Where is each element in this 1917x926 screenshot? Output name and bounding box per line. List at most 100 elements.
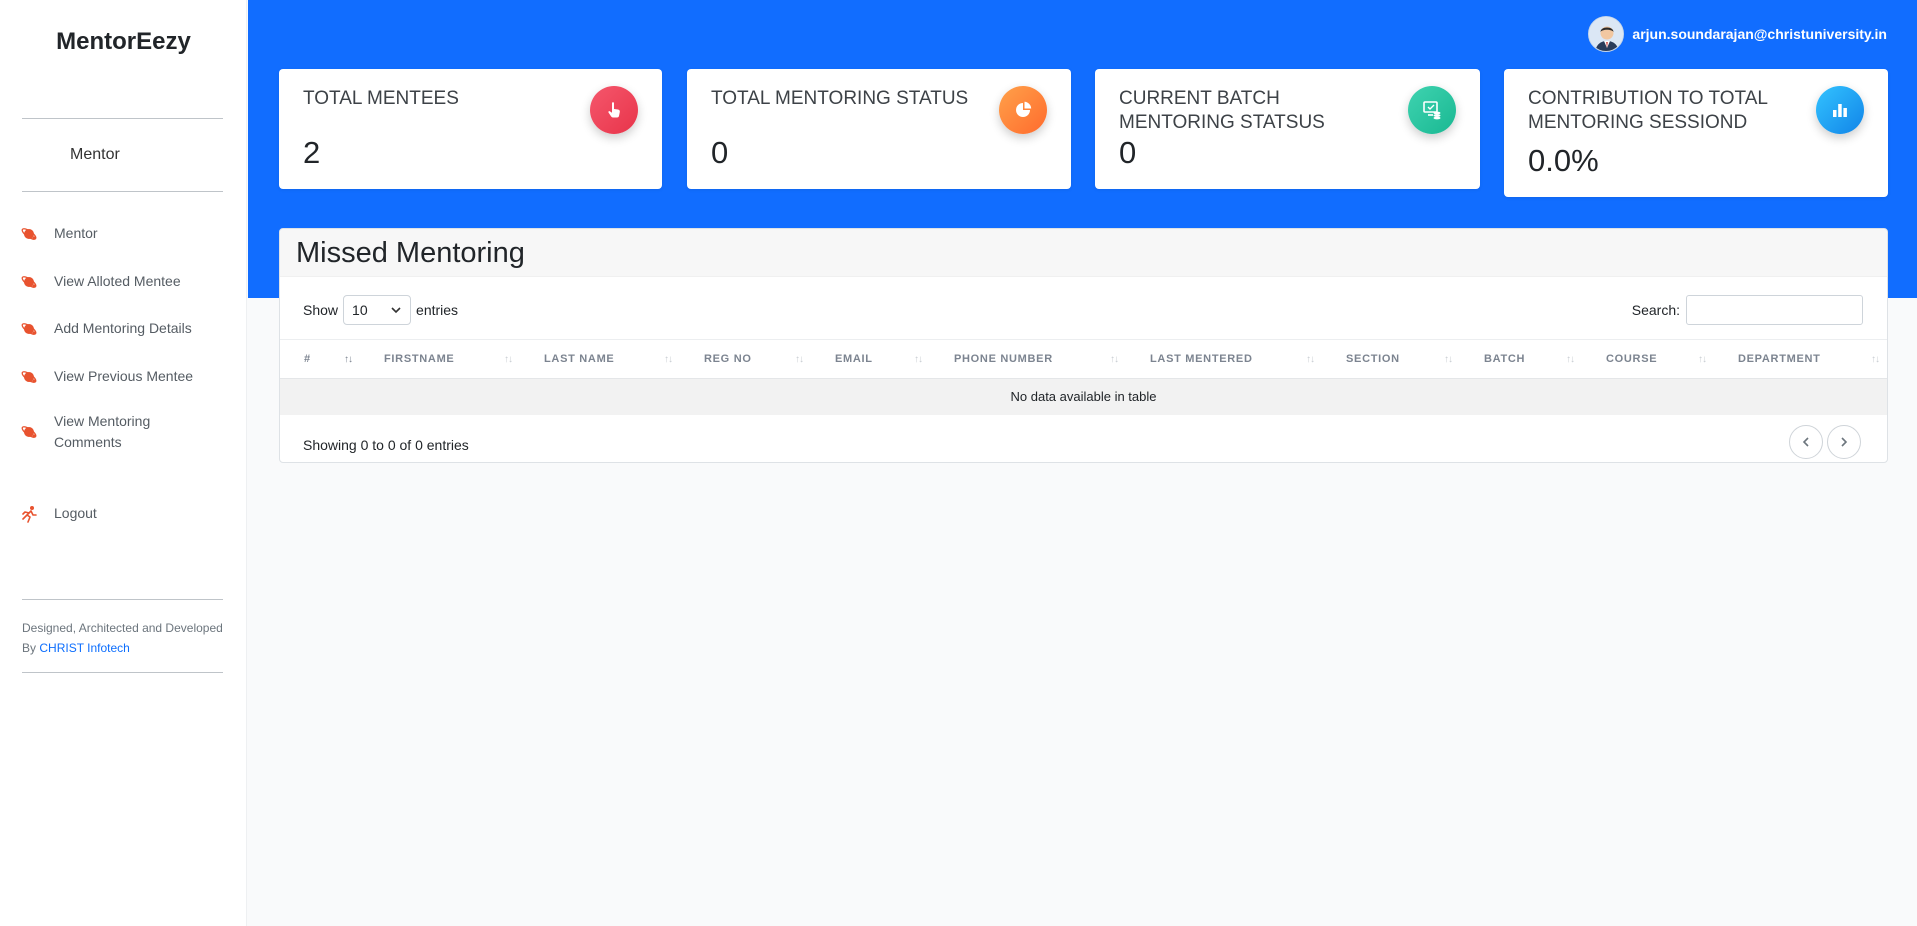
brand-logo[interactable]: MentorEezy [0,28,247,56]
sidebar: MentorEezy Mentor Mentor View Alloted Me… [0,0,247,926]
sort-icon: ↑↓ [344,354,353,365]
column-header-last-name[interactable]: LAST NAME ↑↓ [520,340,680,378]
column-label: DEPARTMENT [1738,353,1821,365]
column-header-phone-number[interactable]: PHONE NUMBER ↑↓ [930,340,1126,378]
column-header-firstname[interactable]: FIRSTNAME ↑↓ [360,340,520,378]
column-label: COURSE [1606,353,1658,365]
stat-title: TOTAL MENTORING STATUS [711,88,969,109]
missed-mentoring-panel: Missed Mentoring Show 10 entries Search:… [279,228,1888,463]
search-input[interactable] [1686,295,1863,325]
stat-card-contribution: CONTRIBUTION TO TOTAL MENTORING SESSIOND… [1504,69,1888,197]
sidebar-item-view-mentoring-comments[interactable]: View Mentoring Comments [20,411,174,453]
sidebar-item-label: Logout [54,505,97,521]
panel-title: Missed Mentoring [296,237,525,269]
divider [22,191,223,192]
user-email: arjun.soundarajan@christuniversity.in [1632,26,1887,42]
sidebar-item-logout[interactable]: Logout [20,503,97,524]
running-person-icon [22,506,37,523]
sidebar-item-label: Mentor [54,225,98,241]
column-label: BATCH [1484,353,1526,365]
table-header: # ↑↓ FIRSTNAME ↑↓ LAST NAME ↑↓ REG NO ↑↓ EMA… [280,339,1887,379]
search-label: Search: [1631,302,1680,318]
chevron-left-icon [1802,437,1809,447]
column-label: SECTION [1346,353,1400,365]
sidebar-item-label: View Mentoring Comments [54,413,151,450]
stat-value: 2 [303,135,321,170]
chevron-down-icon [391,307,401,314]
sidebar-item-mentor[interactable]: Mentor [20,223,98,244]
orbit-icon [21,371,37,383]
sort-icon: ↑↓ [1306,354,1315,365]
pagination [1785,425,1861,459]
sort-icon: ↑↓ [795,354,804,365]
stat-card-total-mentees: TOTAL MENTEES 2 [279,69,662,189]
column-label: LAST MENTERED [1150,353,1253,365]
pie-chart-icon [999,86,1047,134]
show-label: Show [303,302,339,318]
column-label: PHONE NUMBER [954,353,1053,365]
column-header-course[interactable]: COURSE ↑↓ [1582,340,1714,378]
table-empty-row: No data available in table [280,379,1887,415]
stat-card-total-mentoring-status: TOTAL MENTORING STATUS 0 [687,69,1071,189]
sidebar-item-label: Add Mentoring Details [54,320,192,336]
hand-pointer-icon [590,86,638,134]
stat-value: 0 [1119,135,1137,170]
sort-icon: ↑↓ [664,354,673,365]
stat-title: CONTRIBUTION TO TOTAL MENTORING SESSIOND [1528,88,1768,133]
bar-chart-icon [1816,86,1864,134]
monitor-coins-icon [1408,86,1456,134]
column-label: REG NO [704,353,752,365]
sort-icon: ↑↓ [1444,354,1453,365]
footer-credits: Designed, Architected and Developed By C… [22,618,227,658]
sort-icon: ↑↓ [1110,354,1119,365]
page-size-value: 10 [352,302,368,318]
column-header-batch[interactable]: BATCH ↑↓ [1460,340,1582,378]
chevron-right-icon [1841,437,1848,447]
column-header-department[interactable]: DEPARTMENT ↑↓ [1714,340,1887,378]
column-header-reg-no[interactable]: REG NO ↑↓ [680,340,811,378]
column-header-section[interactable]: SECTION ↑↓ [1322,340,1460,378]
stat-title: TOTAL MENTEES [303,88,459,109]
sort-icon: ↑↓ [1566,354,1575,365]
sort-icon: ↑↓ [914,354,923,365]
divider [22,118,223,119]
entries-label: entries [416,302,459,318]
sort-icon: ↑↓ [504,354,513,365]
column-label: LAST NAME [544,353,615,365]
orbit-icon [21,228,37,240]
sort-icon: ↑↓ [1871,354,1880,365]
panel-header: Missed Mentoring [280,229,1887,277]
page-size-select[interactable]: 10 [343,295,412,325]
user-menu[interactable]: arjun.soundarajan@christuniversity.in [1588,16,1887,52]
stat-title: CURRENT BATCH MENTORING STATSUS [1119,88,1325,133]
sidebar-item-add-mentoring-details[interactable]: Add Mentoring Details [20,318,192,339]
table-info: Showing 0 to 0 of 0 entries [303,437,469,453]
sidebar-item-view-previous-mentee[interactable]: View Previous Mentee [20,366,193,387]
sidebar-item-view-alloted-mentee[interactable]: View Alloted Mentee [20,271,181,292]
column-label: EMAIL [835,353,873,365]
sidebar-item-label: View Previous Mentee [54,368,194,384]
stat-card-current-batch-mentoring-status: CURRENT BATCH MENTORING STATSUS 0 [1095,69,1480,189]
christ-infotech-link[interactable]: CHRIST Infotech [39,641,129,655]
user-avatar[interactable] [1588,16,1625,52]
orbit-icon [21,323,37,335]
column-label: # [304,353,311,365]
page-size-control: Show 10 entries [303,295,458,325]
previous-page-button[interactable] [1789,425,1823,459]
search-control: Search: [1632,295,1863,325]
column-header-index[interactable]: # ↑↓ [280,340,360,378]
sidebar-item-label: View Alloted Mentee [54,273,181,289]
column-header-email[interactable]: EMAIL ↑↓ [811,340,930,378]
stat-value: 0 [711,135,729,170]
avatar-icon [1589,17,1624,51]
sort-icon: ↑↓ [1698,354,1707,365]
column-header-last-mentered[interactable]: LAST MENTERED ↑↓ [1126,340,1322,378]
next-page-button[interactable] [1827,425,1861,459]
stat-value: 0.0% [1528,143,1599,178]
orbit-icon [21,426,37,438]
divider [22,599,223,600]
column-label: FIRSTNAME [384,353,455,365]
role-label: Mentor [70,146,120,163]
orbit-icon [21,276,37,288]
divider [22,672,223,673]
